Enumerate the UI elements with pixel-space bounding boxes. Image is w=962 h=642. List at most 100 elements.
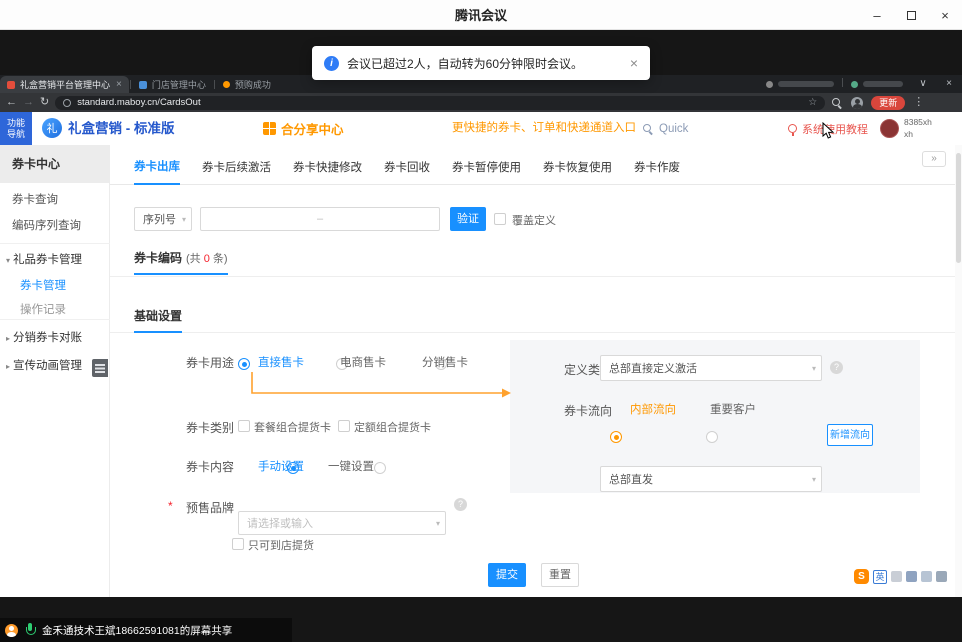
add-flow-button[interactable]: 新增流向	[827, 424, 873, 446]
flow-internal-radio[interactable]	[610, 431, 622, 443]
sidebar-item-card-query[interactable]: 券卡查询	[0, 187, 110, 213]
tab-label: 礼盒营销平台管理中心	[20, 78, 110, 91]
translate-extension-icon[interactable]: 英	[873, 570, 887, 584]
card-code-count: (共 0 条)	[186, 253, 228, 265]
page-scrollbar[interactable]	[955, 145, 962, 597]
quick-search[interactable]: Quick	[642, 112, 688, 145]
tab-card-void[interactable]: 券卡作废	[634, 159, 680, 184]
usage-dist-label[interactable]: 分销售卡	[422, 354, 468, 370]
collapse-button[interactable]: »	[922, 151, 946, 167]
meeting-title: 腾讯会议	[455, 5, 507, 24]
usage-direct-radio[interactable]	[238, 358, 250, 370]
tab-separator	[130, 80, 131, 89]
flow-vip-radio[interactable]	[706, 431, 718, 443]
tab-search-chevron-icon[interactable]: ∨	[910, 75, 936, 93]
flow-vip-label[interactable]: 重要客户	[710, 401, 756, 417]
browser-tab[interactable]: 预购成功	[216, 76, 278, 93]
category-combo-checkbox[interactable]	[238, 420, 250, 432]
promo-text: 更快捷的券卡、订单和快递通道入口	[452, 112, 636, 145]
microphone-icon[interactable]	[25, 623, 35, 637]
favicon	[766, 81, 773, 88]
flow-select[interactable]: 总部直发 ▾	[600, 466, 822, 492]
tab-card-quick-edit[interactable]: 券卡快捷修改	[293, 159, 362, 184]
category-fixed-label[interactable]: 定额组合提货卡	[354, 419, 431, 435]
scrollbar-thumb[interactable]	[956, 153, 961, 263]
category-combo-label[interactable]: 套餐组合提货卡	[254, 419, 331, 435]
maximize-button[interactable]	[894, 0, 928, 30]
tab-card-recycle[interactable]: 券卡回收	[384, 159, 430, 184]
tabstrip-right: ∨ ×	[759, 75, 962, 93]
category-fixed-checkbox[interactable]	[338, 420, 350, 432]
content-onekey-label[interactable]: 一键设置	[328, 458, 374, 474]
chevron-open-icon: ▾	[6, 256, 10, 265]
reset-button[interactable]: 重置	[541, 563, 579, 587]
brand-select[interactable]: 请选择或输入 ▾	[238, 511, 446, 535]
search-icon	[642, 123, 654, 135]
tab-label: 门店管理中心	[152, 78, 206, 91]
browser-tab[interactable]	[844, 76, 910, 93]
extension-icon[interactable]	[936, 571, 947, 582]
extension-s-icon[interactable]: S	[854, 569, 869, 584]
define-type-select[interactable]: 总部直接定义激活 ▾	[600, 355, 822, 381]
override-checkbox[interactable]	[494, 213, 506, 225]
tab-card-suspend[interactable]: 券卡暂停使用	[452, 159, 521, 184]
close-button[interactable]: ×	[928, 0, 962, 30]
url-bar[interactable]: standard.maboy.cn/CardsOut ☆	[55, 96, 825, 110]
extension-icon[interactable]	[921, 571, 932, 582]
app-header: 功能 导航 礼 礼盒营销 - 标准版 合分享中心 更快捷的券卡、订单和快递通道入…	[0, 112, 962, 145]
sidebar-group-label: 分销券卡对账	[13, 332, 82, 344]
tab-card-outbound[interactable]: 券卡出库	[134, 158, 180, 185]
usage-direct-label[interactable]: 直接售卡	[258, 354, 304, 370]
tab-card-activate[interactable]: 券卡后续激活	[202, 159, 271, 184]
extension-icon[interactable]	[891, 571, 902, 582]
store-only-checkbox[interactable]	[232, 538, 244, 550]
help-icon[interactable]: ?	[830, 361, 843, 374]
content-tabbar: 券卡出库 券卡后续激活 券卡快捷修改 券卡回收 券卡暂停使用 券卡恢复使用 券卡…	[110, 155, 962, 185]
tab-card-restore[interactable]: 券卡恢复使用	[543, 159, 612, 184]
tabstrip-close-icon[interactable]: ×	[936, 75, 962, 93]
usage-ecom-label[interactable]: 电商售卡	[340, 354, 386, 370]
chevron-down-icon: ▾	[436, 519, 440, 528]
favicon-blue	[139, 81, 147, 89]
store-only-label[interactable]: 只可到店提货	[248, 537, 314, 553]
tab-label-placeholder	[778, 81, 834, 87]
user-avatar[interactable]	[880, 119, 899, 138]
sidebar-group-gift-card[interactable]: ▾礼品券卡管理	[0, 247, 110, 273]
tab-close-icon[interactable]: ×	[116, 79, 122, 90]
help-icon[interactable]: ?	[454, 498, 467, 511]
zoom-icon[interactable]	[831, 97, 843, 109]
sidebar-item-code-query[interactable]: 编码序列查询	[0, 213, 110, 239]
bookmark-star-icon[interactable]: ☆	[808, 97, 817, 108]
override-label: 覆盖定义	[512, 212, 556, 228]
back-icon[interactable]: ←	[6, 93, 17, 112]
browser-update-button[interactable]: 更新	[871, 96, 905, 110]
serial-select[interactable]: 序列号 ▾	[134, 207, 192, 231]
content-onekey-radio[interactable]	[374, 462, 386, 474]
flow-internal-label[interactable]: 内部流向	[630, 401, 676, 417]
verify-button[interactable]: 验证	[450, 207, 486, 231]
forward-icon[interactable]: →	[23, 93, 34, 112]
sidebar-item-card-mgmt[interactable]: 券卡管理	[0, 273, 110, 299]
refresh-icon[interactable]: ↻	[40, 93, 49, 112]
browser-menu-icon[interactable]: ⋮	[913, 93, 924, 112]
banner-close-icon[interactable]: ×	[630, 55, 638, 71]
chevron-down-icon: ▾	[812, 475, 816, 484]
nav-label-line2: 导航	[7, 129, 25, 140]
share-center-link[interactable]: 合分享中心	[263, 112, 344, 145]
content-manual-label[interactable]: 手动设置	[258, 458, 304, 474]
sidebar-drag-handle[interactable]	[92, 359, 108, 377]
define-type-value: 总部直接定义激活	[609, 360, 697, 376]
filter-row: 序列号 ▾ – 验证 覆盖定义	[110, 207, 962, 233]
minimize-button[interactable]: –	[860, 0, 894, 30]
sidebar-group-distribution[interactable]: ▸分销券卡对账	[0, 325, 110, 351]
browser-tab-active[interactable]: 礼盒营销平台管理中心 ×	[0, 76, 129, 93]
quick-label: Quick	[659, 123, 688, 135]
browser-tab[interactable]: 门店管理中心	[132, 76, 213, 93]
serial-range-input[interactable]: –	[200, 207, 440, 231]
browser-tab[interactable]	[759, 76, 841, 93]
extension-icon[interactable]	[906, 571, 917, 582]
function-nav-button[interactable]: 功能 导航	[0, 112, 32, 145]
submit-button[interactable]: 提交	[488, 563, 526, 587]
tab-label: 预购成功	[235, 78, 271, 91]
profile-icon[interactable]	[851, 97, 863, 109]
